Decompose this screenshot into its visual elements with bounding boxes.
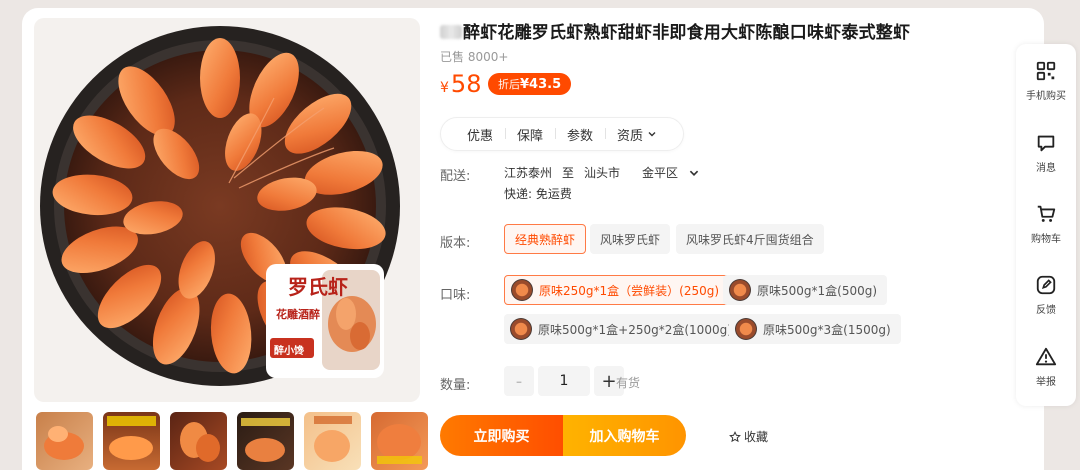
flavor-option-500g[interactable]: 原味500g*1盒(500g) xyxy=(723,275,888,305)
tab-params[interactable]: 参数 xyxy=(555,125,605,144)
discount-label: 折后 xyxy=(498,78,520,91)
flavor-option-1000g[interactable]: 原味500g*1盒+250g*2盒(1000g) xyxy=(504,314,742,344)
chevron-down-icon xyxy=(689,170,699,176)
sidebar-item-feedback[interactable]: 反馈 xyxy=(1016,274,1076,316)
tab-discount-label: 优惠 xyxy=(467,128,494,144)
sidebar-item-messages[interactable]: 消息 xyxy=(1016,132,1076,174)
ship-city: 汕头市 xyxy=(584,166,621,180)
flavor-thumb xyxy=(735,318,757,340)
flavor-thumb xyxy=(729,279,751,301)
product-title-text: 醉虾花雕罗氏虾熟虾甜虾非即食用大虾陈酿口味虾泰式整虾 xyxy=(463,23,911,43)
sidebar-item-mobile-buy[interactable]: 手机购买 xyxy=(1016,60,1076,102)
discount-badge: 折后¥43.5 xyxy=(488,73,572,95)
sidebar-label: 反馈 xyxy=(1036,305,1056,316)
buy-now-button[interactable]: 立即购买 xyxy=(440,415,563,456)
star-icon xyxy=(729,430,741,442)
version-option-classic[interactable]: 经典熟醉虾 xyxy=(504,224,587,254)
price: ¥ 58 xyxy=(440,70,481,98)
sold-count: 已售 8000+ xyxy=(440,50,509,64)
package-brand: 醉小馋 xyxy=(274,344,304,357)
flavor-option-1500g[interactable]: 原味500g*3盒(1500g) xyxy=(729,314,901,344)
flavor-label: 口味: xyxy=(440,288,471,303)
package-title: 罗氏虾 xyxy=(288,275,348,299)
flavor-option-text: 原味500g*1盒+250g*2盒(1000g) xyxy=(538,322,732,337)
ship-to-word: 至 xyxy=(562,166,575,180)
favorite-button[interactable]: 收藏 xyxy=(729,428,768,445)
tab-guarantee-label: 保障 xyxy=(517,128,544,144)
sidebar-label: 购物车 xyxy=(1031,234,1061,245)
version-label: 版本: xyxy=(440,236,471,251)
warning-icon xyxy=(1035,347,1057,366)
edit-icon xyxy=(1036,275,1056,295)
chevron-down-icon xyxy=(648,132,656,137)
chat-icon xyxy=(1037,135,1055,152)
flavor-option-text: 原味250g*1盒（尝鲜装）(250g) xyxy=(539,283,720,298)
thumbnail-5[interactable] xyxy=(304,412,361,470)
sidebar-item-cart[interactable]: 购物车 xyxy=(1016,203,1076,245)
shipping-location[interactable]: 江苏泰州 至 汕头市 金平区 xyxy=(504,164,700,181)
discount-price: ¥43.5 xyxy=(520,77,562,92)
package-subtitle: 花雕酒醉 xyxy=(276,307,320,321)
shrimp-bowl-illustration: 罗氏虾 花雕酒醉 醉小馋 xyxy=(40,26,400,386)
price-value: 58 xyxy=(450,70,482,98)
thumbnail-3[interactable] xyxy=(170,412,227,470)
product-title: 醉虾花雕罗氏虾熟虾甜虾非即食用大虾陈酿口味虾泰式整虾 xyxy=(440,18,910,43)
qr-code-icon xyxy=(1036,61,1056,81)
product-main-image[interactable]: 罗氏虾 花雕酒醉 醉小馋 xyxy=(34,18,420,402)
sidebar-label: 消息 xyxy=(1036,163,1056,174)
right-sidebar: 手机购买 消息 购物车 反馈 举报 xyxy=(1016,44,1076,406)
tab-discount[interactable]: 优惠 xyxy=(455,125,505,144)
shipping-fee: 快递: 免运费 xyxy=(504,187,572,201)
cart-icon xyxy=(1037,205,1056,222)
tab-params-label: 参数 xyxy=(567,128,594,144)
quantity-stepper: - 1 + xyxy=(504,366,624,396)
currency-symbol: ¥ xyxy=(440,80,449,96)
sidebar-label: 举报 xyxy=(1036,377,1056,388)
thumbnail-1[interactable] xyxy=(36,412,93,470)
version-option-rosenbergii[interactable]: 风味罗氏虾 xyxy=(590,224,671,254)
sidebar-item-report[interactable]: 举报 xyxy=(1016,346,1076,388)
sidebar-label: 手机购买 xyxy=(1026,91,1066,102)
purchase-buttons: 立即购买 加入购物车 xyxy=(440,415,686,456)
flavor-thumb xyxy=(511,279,533,301)
add-to-cart-button[interactable]: 加入购物车 xyxy=(563,415,686,456)
ship-district: 金平区 xyxy=(642,166,679,180)
info-tabs: 优惠 保障 参数 资质 xyxy=(440,117,685,151)
stock-status: 有货 xyxy=(616,376,641,390)
tab-guarantee[interactable]: 保障 xyxy=(505,125,555,144)
quantity-decrease-button[interactable]: - xyxy=(504,366,534,396)
thumbnail-6[interactable] xyxy=(371,412,428,470)
version-option-bundle[interactable]: 风味罗氏虾4斤囤货组合 xyxy=(676,224,824,254)
favorite-label: 收藏 xyxy=(744,430,769,444)
version-option-text: 风味罗氏虾 xyxy=(600,232,661,247)
tab-qualification-label: 资质 xyxy=(617,128,644,144)
quantity-label: 数量: xyxy=(440,378,471,393)
thumbnail-2[interactable] xyxy=(103,412,160,470)
blurred-brand xyxy=(440,25,462,39)
thumbnail-strip xyxy=(36,412,428,470)
version-option-text: 经典熟醉虾 xyxy=(515,232,576,247)
ship-from: 江苏泰州 xyxy=(504,166,553,180)
shipping-label: 配送: xyxy=(440,169,471,184)
flavor-option-text: 原味500g*3盒(1500g) xyxy=(763,322,891,337)
quantity-input[interactable]: 1 xyxy=(538,366,590,396)
flavor-option-250g[interactable]: 原味250g*1盒（尝鲜装）(250g) xyxy=(504,275,731,305)
tab-qualification[interactable]: 资质 xyxy=(605,125,669,144)
thumbnail-4[interactable] xyxy=(237,412,294,470)
flavor-option-text: 原味500g*1盒(500g) xyxy=(757,283,878,298)
version-option-text: 风味罗氏虾4斤囤货组合 xyxy=(686,232,814,247)
flavor-thumb xyxy=(510,318,532,340)
